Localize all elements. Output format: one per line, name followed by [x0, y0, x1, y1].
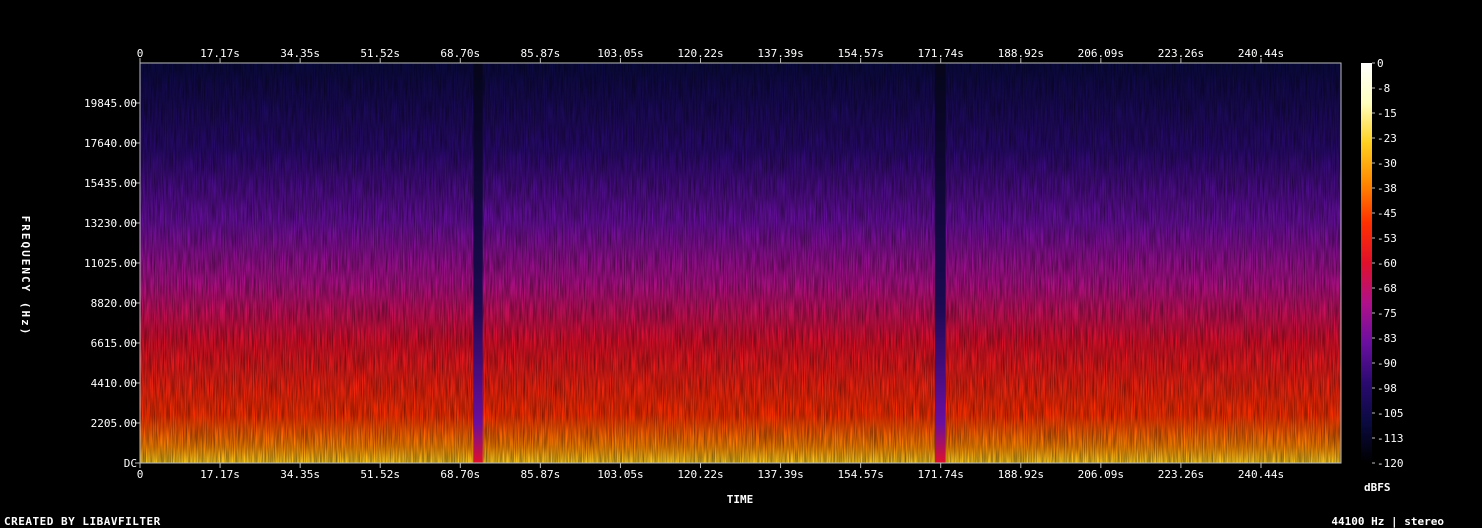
x-tick-label: 240.44s — [1238, 47, 1284, 60]
x-tick-label: 154.57s — [837, 47, 883, 60]
x-tick-label: 223.26s — [1158, 47, 1204, 60]
y-tick-label: 4410.00 — [91, 377, 137, 390]
x-tick-label: 188.92s — [998, 468, 1044, 481]
x-tick-label: 103.05s — [597, 47, 643, 60]
x-tick-label: 137.39s — [757, 47, 803, 60]
colorbar-tick-label: -90 — [1377, 357, 1397, 370]
x-tick-label: 68.70s — [440, 468, 480, 481]
y-axis: DC 2205.00 4410.00 6615.00 8820.00 11025.00 13… — [84, 97, 140, 470]
colorbar-tick-label: -15 — [1377, 107, 1397, 120]
y-tick-label: 15435.00 — [84, 177, 137, 190]
y-tick-label: 19845.00 — [84, 97, 137, 110]
x-tick-label: 68.70s — [440, 47, 480, 60]
colorbar-tick-label: -8 — [1377, 82, 1390, 95]
x-tick-label: 154.57s — [837, 468, 883, 481]
x-axis-top: 0 17.17s 34.35s 51.52s 68.70s 85.87s 103.05s 12… — [137, 47, 1284, 63]
colorbar-tick-label: -120 — [1377, 457, 1404, 470]
colorbar-label: dBFS — [1364, 481, 1391, 494]
y-tick-label: DC — [124, 457, 137, 470]
y-tick-label: 6615.00 — [91, 337, 137, 350]
colorbar-tick-label: -53 — [1377, 232, 1397, 245]
x-tick-label: 103.05s — [597, 468, 643, 481]
colorbar-tick-label: -113 — [1377, 432, 1404, 445]
x-tick-label: 17.17s — [200, 47, 240, 60]
x-tick-label: 85.87s — [520, 47, 560, 60]
spectrogram-plot-area — [139, 62, 1342, 464]
x-tick-label: 188.92s — [998, 47, 1044, 60]
x-tick-label: 0 — [137, 47, 144, 60]
colorbar-scale — [1361, 63, 1372, 463]
x-tick-label: 120.22s — [677, 468, 723, 481]
colorbar: 0 -8 -15 -23 -30 -38 -45 -53 -60 -68 -75 -83 -90 -98 -… — [1361, 57, 1404, 494]
colorbar-tick-label: -68 — [1377, 282, 1397, 295]
quiet-segment — [934, 63, 946, 463]
colorbar-tick-label: -83 — [1377, 332, 1397, 345]
colorbar-tick-label: -45 — [1377, 207, 1397, 220]
spectrogram-texture — [140, 63, 1341, 463]
x-tick-label: 171.74s — [918, 468, 964, 481]
colorbar-tick-label: -105 — [1377, 407, 1404, 420]
x-tick-label: 240.44s — [1238, 468, 1284, 481]
y-tick-label: 8820.00 — [91, 297, 137, 310]
colorbar-tick-label: -38 — [1377, 182, 1397, 195]
x-tick-label: 206.09s — [1078, 468, 1124, 481]
x-tick-label: 120.22s — [677, 47, 723, 60]
y-tick-label: 13230.00 — [84, 217, 137, 230]
x-tick-label: 206.09s — [1078, 47, 1124, 60]
created-by-text: CREATED BY LIBAVFILTER — [4, 515, 161, 528]
y-tick-label: 17640.00 — [84, 137, 137, 150]
quiet-segment — [473, 63, 483, 463]
x-tick-label: 51.52s — [360, 47, 400, 60]
colorbar-tick-label: -60 — [1377, 257, 1397, 270]
x-tick-label: 51.52s — [360, 468, 400, 481]
colorbar-tick-label: 0 — [1377, 57, 1384, 70]
colorbar-tick-label: -98 — [1377, 382, 1397, 395]
x-tick-label: 171.74s — [918, 47, 964, 60]
x-tick-label: 223.26s — [1158, 468, 1204, 481]
x-tick-label: 34.35s — [280, 468, 320, 481]
colorbar-tick-label: -23 — [1377, 132, 1397, 145]
x-tick-label: 17.17s — [200, 468, 240, 481]
x-axis-label: TIME — [727, 493, 754, 506]
x-tick-label: 137.39s — [757, 468, 803, 481]
colorbar-tick-label: -30 — [1377, 157, 1397, 170]
audio-info-text: 44100 Hz | stereo — [1331, 515, 1444, 528]
colorbar-tick-label: -75 — [1377, 307, 1397, 320]
x-tick-label: 0 — [137, 468, 144, 481]
x-axis-bottom: 0 17.17s 34.35s 51.52s 68.70s 85.87s 103.05s 12… — [137, 463, 1284, 481]
y-tick-label: 2205.00 — [91, 417, 137, 430]
x-tick-label: 34.35s — [280, 47, 320, 60]
y-axis-label: FREQUENCY (Hz) — [19, 216, 32, 337]
y-tick-label: 11025.00 — [84, 257, 137, 270]
spectrogram-chart: 0 17.17s 34.35s 51.52s 68.70s 85.87s 103.05s 12… — [19, 47, 1404, 506]
x-tick-label: 85.87s — [520, 468, 560, 481]
